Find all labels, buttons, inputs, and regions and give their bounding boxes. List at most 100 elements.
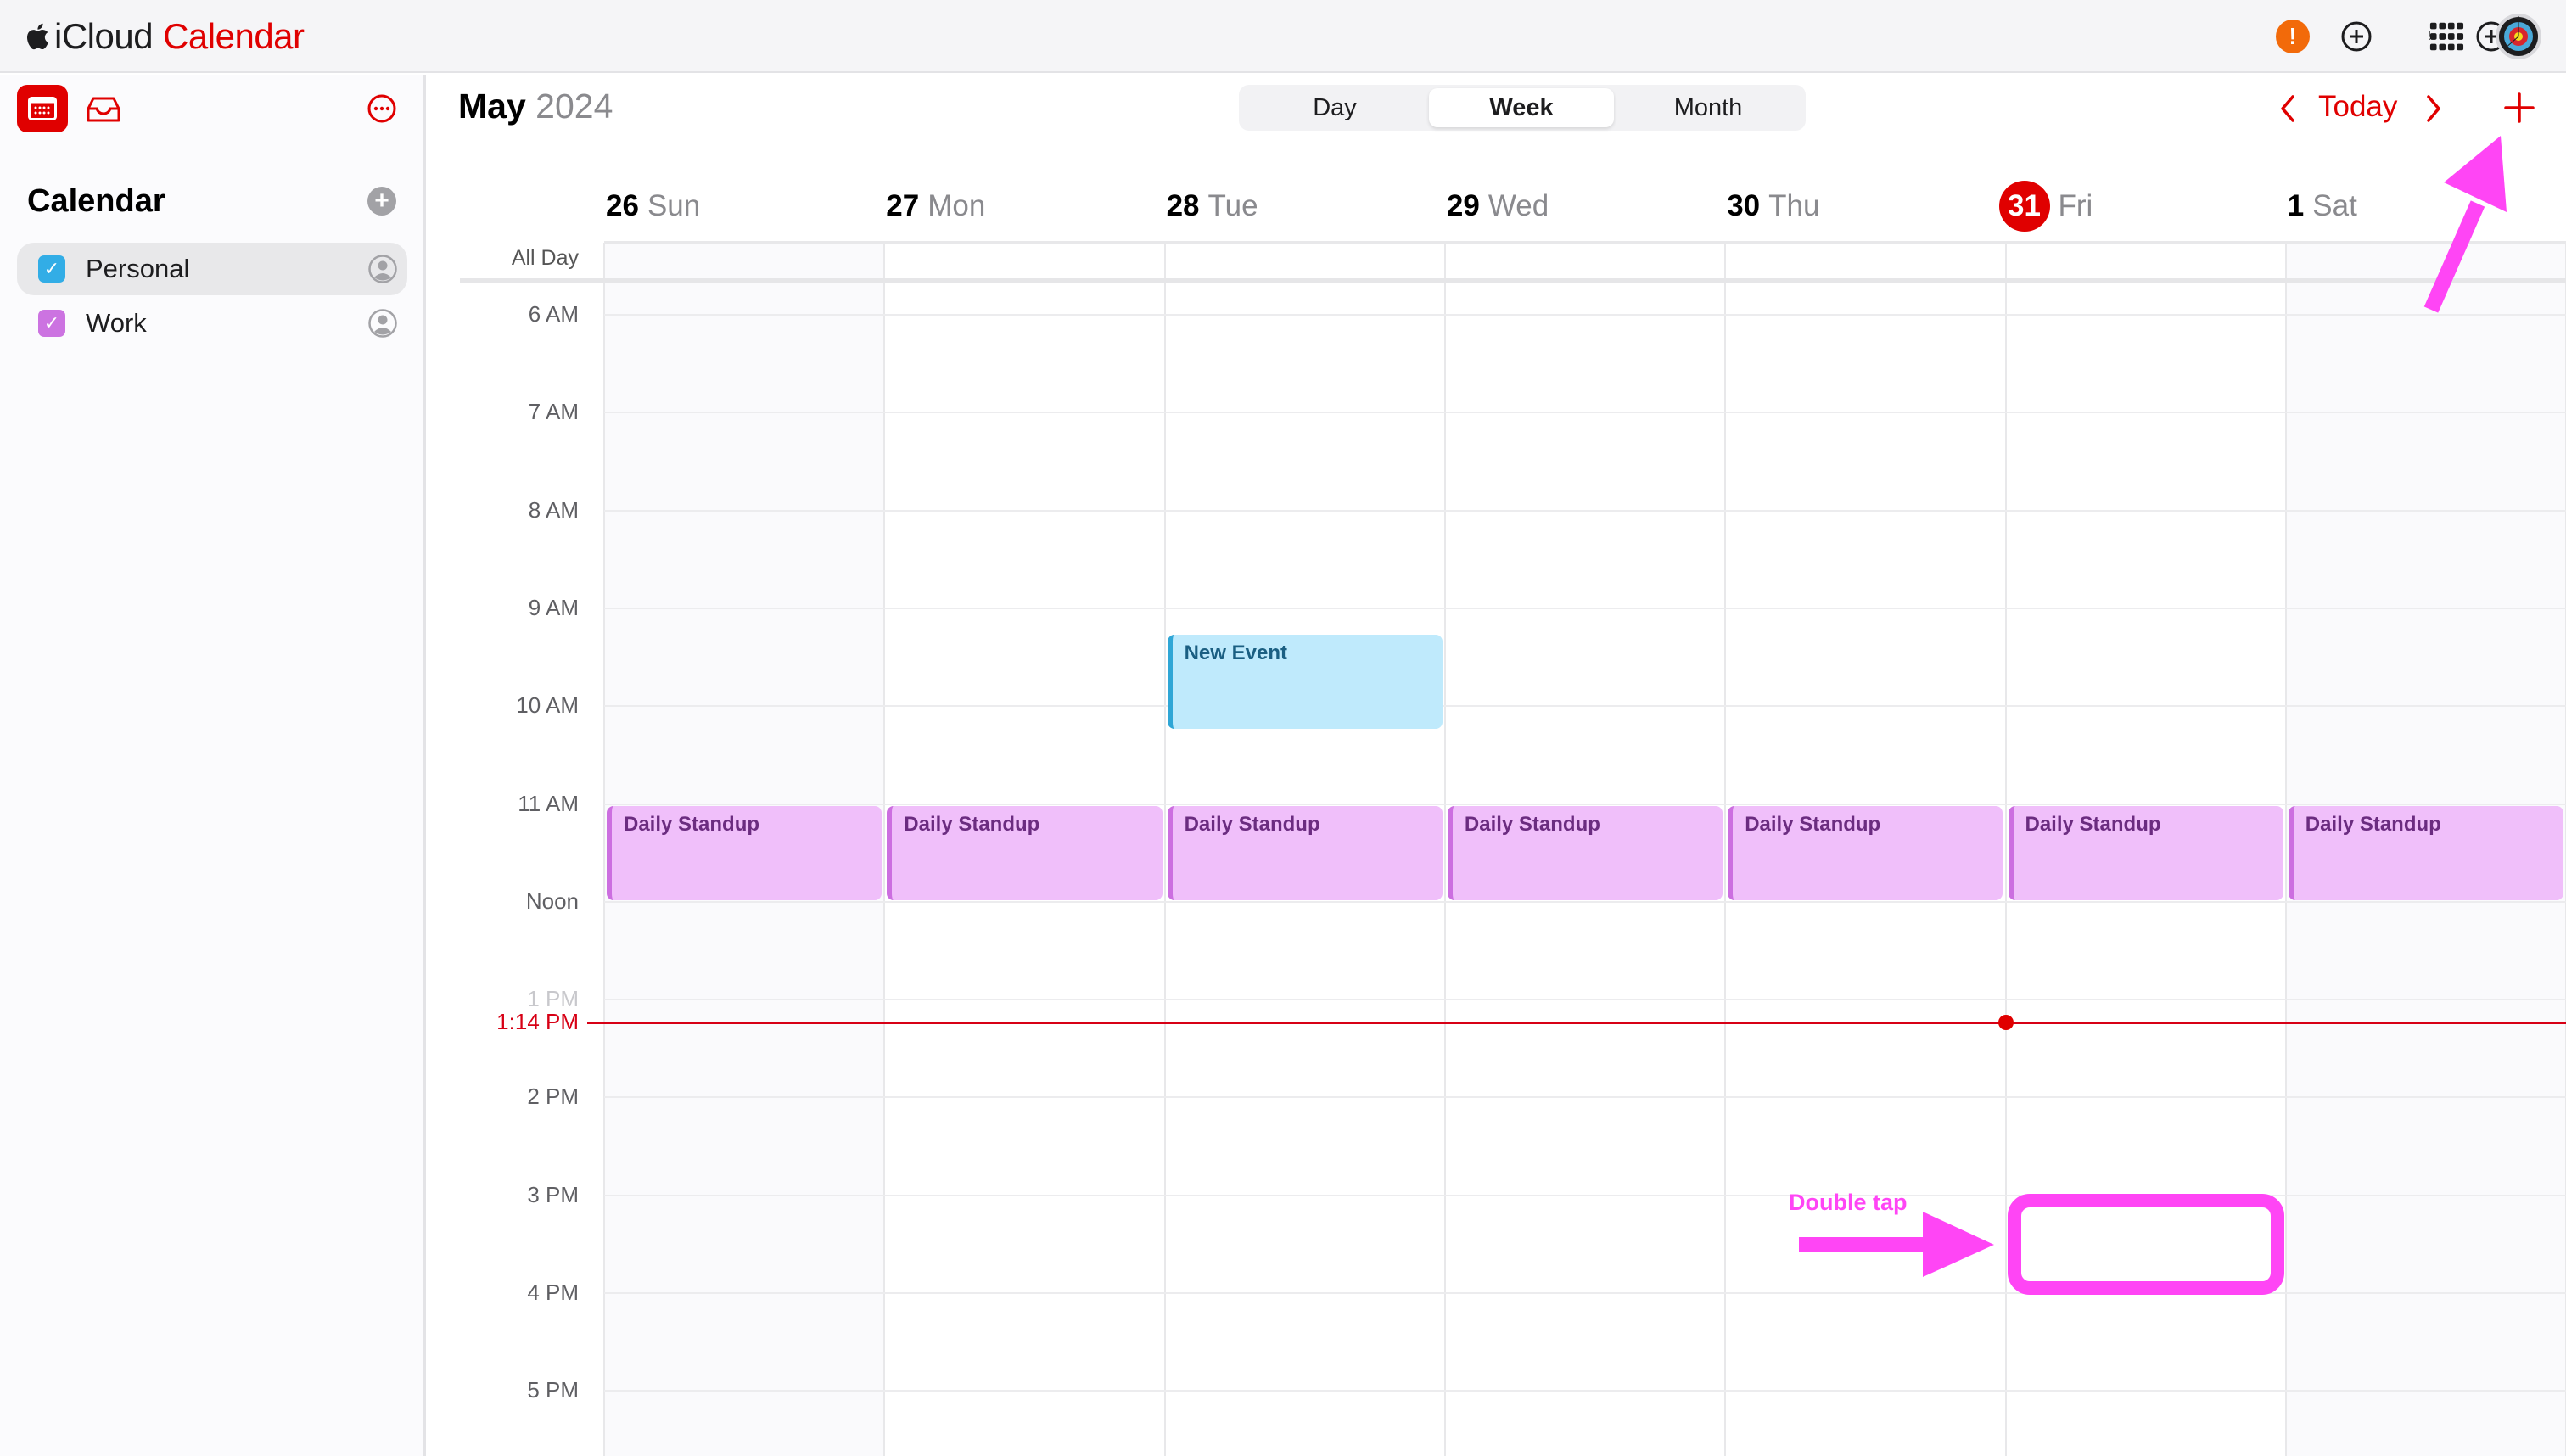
avatar[interactable]: [2495, 13, 2542, 60]
day-header[interactable]: 27 Mon: [886, 185, 985, 227]
hour-label: 9 AM: [528, 594, 579, 620]
weekday-name: Sat: [2312, 189, 2357, 222]
all-day-separator: [460, 278, 2566, 283]
event-title: Daily Standup: [1464, 812, 1600, 836]
weekday-name: Sun: [647, 189, 701, 222]
event-daily-standup[interactable]: Daily Standup: [887, 805, 1163, 900]
day-header[interactable]: 28 Tue: [1167, 185, 1258, 227]
weekday-name: Thu: [1768, 189, 1820, 222]
event-daily-standup[interactable]: Daily Standup: [607, 805, 882, 900]
weekday-name: Fri: [2058, 189, 2093, 222]
day-header[interactable]: 31 Fri: [1998, 181, 2093, 232]
alert-button[interactable]: !: [2275, 19, 2311, 54]
event-title: Daily Standup: [904, 812, 1040, 836]
shared-account-icon[interactable]: [368, 309, 397, 338]
column-divider: [1443, 243, 1446, 1456]
year: 2024: [535, 87, 613, 126]
hour-gridline: [604, 1390, 2566, 1392]
add-event-button[interactable]: [2502, 90, 2537, 126]
app-grid-button[interactable]: [2429, 19, 2464, 54]
day-number: 26: [606, 189, 639, 222]
brand[interactable]: iCloud Calendar: [25, 14, 305, 59]
sidebar: Calendar + ✓ Personal ✓ Work: [0, 75, 426, 1456]
event-title: Daily Standup: [624, 812, 760, 836]
day-header[interactable]: 30 Thu: [1727, 185, 1819, 227]
event-title: Daily Standup: [2305, 812, 2441, 836]
hour-gridline: [604, 412, 2566, 414]
event-title: New Event: [1184, 641, 1287, 664]
hour-gridline: [604, 314, 2566, 316]
previous-week-button[interactable]: [2274, 92, 2303, 126]
column-divider: [1724, 243, 1727, 1456]
hour-label: 3 PM: [527, 1181, 579, 1207]
inbox-button[interactable]: [85, 92, 122, 126]
calendar-view-button[interactable]: [17, 85, 68, 132]
day-number: 30: [1727, 189, 1761, 222]
event-new-event[interactable]: New Event: [1167, 634, 1443, 730]
more-ellipsis-icon: [367, 94, 396, 123]
today-date-badge: 31: [1998, 181, 2050, 232]
today-button[interactable]: Today: [2318, 90, 2397, 124]
day-number: 1: [2287, 189, 2305, 222]
apple-logo-icon: [26, 23, 48, 50]
checkbox-personal[interactable]: ✓: [38, 255, 65, 283]
add-app-button[interactable]: [2339, 19, 2374, 54]
shared-account-icon[interactable]: [368, 255, 397, 283]
event-daily-standup[interactable]: Daily Standup: [2008, 805, 2283, 900]
column-divider: [603, 243, 605, 1456]
sidebar-title: Calendar: [27, 183, 165, 219]
hour-gridline: [604, 509, 2566, 512]
top-bar: iCloud Calendar ! !: [0, 0, 2566, 73]
all-day-label: All Day: [511, 246, 579, 270]
hour-gridline: [604, 1096, 2566, 1099]
event-daily-standup[interactable]: Daily Standup: [2288, 805, 2564, 900]
weekday-name: Wed: [1487, 189, 1549, 222]
column-divider: [2284, 243, 2287, 1456]
hour-gridline: [604, 999, 2566, 1001]
month-name: May: [458, 87, 526, 126]
month-title: May 2024: [458, 87, 613, 126]
hour-label: 2 PM: [527, 1084, 579, 1110]
tab-day[interactable]: Day: [1242, 88, 1427, 127]
hour-label: 10 AM: [516, 692, 579, 719]
sidebar-item-personal[interactable]: ✓ Personal: [17, 243, 407, 295]
add-calendar-button[interactable]: +: [367, 187, 396, 216]
day-number: 28: [1166, 189, 1200, 222]
day-number: 27: [886, 189, 920, 222]
app-grid-icon: [2429, 22, 2464, 51]
more-options-button[interactable]: [367, 93, 397, 124]
add-circle-icon: [2341, 21, 2372, 52]
day-header[interactable]: 1 Sat: [2288, 185, 2357, 227]
event-daily-standup[interactable]: Daily Standup: [1728, 805, 2003, 900]
view-switcher: Day Week Month: [1239, 85, 1806, 131]
brand-icloud: iCloud: [54, 16, 154, 56]
event-daily-standup[interactable]: Daily Standup: [1167, 805, 1443, 900]
event-daily-standup[interactable]: Daily Standup: [1447, 805, 1723, 900]
day-number: 29: [1446, 189, 1480, 222]
hour-gridline: [604, 705, 2566, 708]
hour-label: 11 AM: [518, 790, 579, 816]
day-header[interactable]: 29 Wed: [1447, 185, 1549, 227]
column-divider: [2004, 243, 2007, 1456]
highlight-box-annotation: [2007, 1193, 2284, 1295]
hour-label: 7 AM: [528, 399, 579, 425]
event-title: Daily Standup: [2025, 812, 2161, 836]
sidebar-item-work[interactable]: ✓ Work: [17, 297, 407, 350]
column-divider: [1163, 243, 1166, 1456]
alert-icon: !: [2276, 20, 2310, 53]
all-day-top-border: [604, 241, 2566, 244]
target-avatar-icon: [2496, 14, 2541, 59]
event-title: Daily Standup: [1184, 812, 1320, 836]
next-week-button[interactable]: [2418, 92, 2447, 126]
calendar-label: Personal: [86, 254, 190, 283]
checkbox-work[interactable]: ✓: [38, 310, 65, 337]
day-header[interactable]: 26 Sun: [606, 185, 700, 227]
tab-month[interactable]: Month: [1616, 88, 1801, 127]
column-divider: [883, 243, 886, 1456]
double-tap-annotation: Double tap: [1789, 1190, 1908, 1215]
tab-week[interactable]: Week: [1429, 88, 1614, 127]
hour-label: 4 PM: [527, 1280, 579, 1305]
inbox-tray-icon: [87, 97, 120, 122]
hour-gridline: [604, 900, 2566, 903]
calendar-label: Work: [86, 308, 147, 338]
